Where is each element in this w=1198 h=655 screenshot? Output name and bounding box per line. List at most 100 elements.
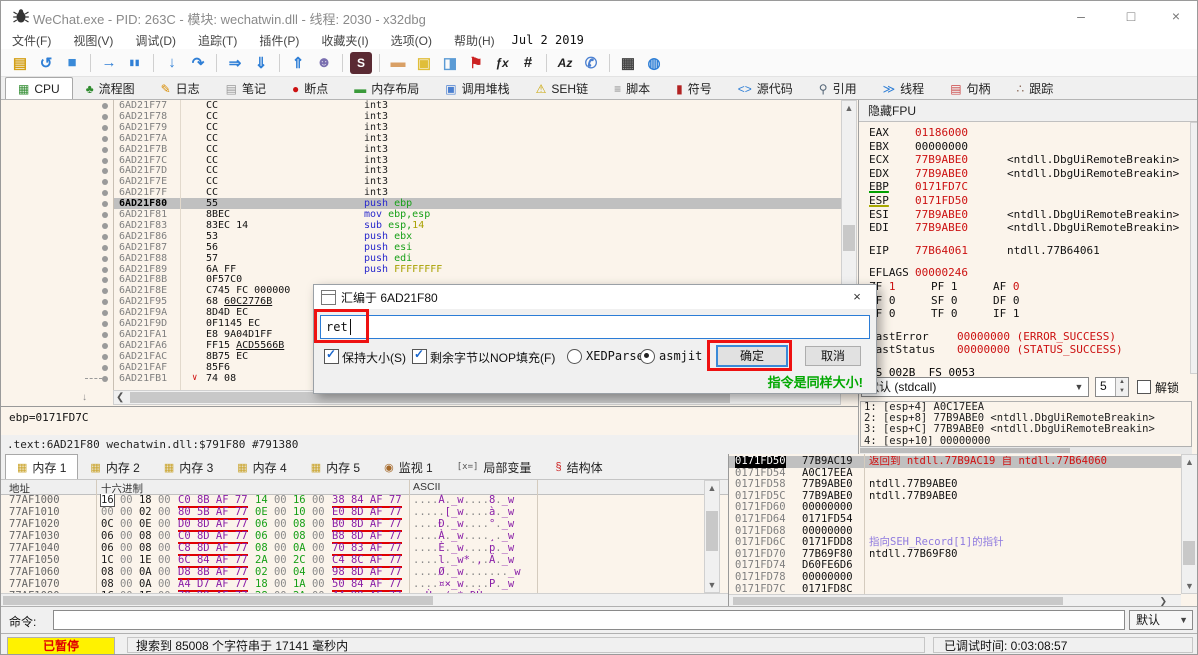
disasm-row[interactable]: 6AD21F7DCCint3 — [1, 165, 841, 176]
maximize-button[interactable]: □ — [1108, 1, 1154, 31]
stack-row[interactable]: 0171FD5077B9AC19返回到 ntdll.77B9AC19 自 ntd… — [729, 456, 1181, 468]
menu-item[interactable]: 视图(V) — [62, 32, 124, 49]
dump-horizontal-scrollbar[interactable] — [1, 593, 728, 607]
disasm-row[interactable]: 6AD21F79CCint3 — [1, 122, 841, 133]
disasm-row[interactable]: 6AD21F896A FFpush FFFFFFFF — [1, 264, 841, 275]
menu-item[interactable]: 文件(F) — [1, 32, 62, 49]
tab-句柄[interactable]: ▤句柄 — [937, 77, 1003, 99]
breakpoint-dot-icon[interactable] — [102, 288, 108, 294]
tab-跟踪[interactable]: ∴跟踪 — [1004, 77, 1067, 99]
breakpoint-dot-icon[interactable] — [102, 267, 108, 273]
register-line[interactable]: EBX00000000 — [869, 140, 1189, 154]
dump-row[interactable]: 77AF101000 00 02 0080 5B AF 770E 00 10 0… — [1, 506, 701, 518]
tab-局部变量[interactable]: [x=]局部变量 — [445, 454, 544, 479]
register-line[interactable]: LastStatus00000000 (STATUS_SUCCESS) — [869, 343, 1189, 357]
breakpoint-dot-icon[interactable] — [102, 245, 108, 251]
breakpoint-dot-icon[interactable] — [102, 354, 108, 360]
tab-内存 1[interactable]: ▦内存 1 — [5, 454, 78, 479]
register-line[interactable]: LastError00000000 (ERROR_SUCCESS) — [869, 330, 1189, 344]
attach-icon[interactable]: ☻ — [313, 52, 335, 74]
tab-SEH链[interactable]: ⚠SEH链 — [523, 77, 601, 99]
tab-源代码[interactable]: <>源代码 — [725, 77, 806, 99]
step-into-icon[interactable]: ↓ — [161, 52, 183, 74]
hide-fpu-button[interactable]: 隐藏FPU — [859, 100, 1198, 122]
breakpoint-dot-icon[interactable] — [102, 310, 108, 316]
tab-引用[interactable]: ⚲引用 — [806, 77, 870, 99]
dump-row[interactable]: 77AF106008 00 0A 00D8 8B AF 7702 00 04 0… — [1, 566, 701, 578]
dialog-title-bar[interactable]: 汇编于 6AD21F80 × — [314, 285, 876, 309]
stack-row[interactable]: 0171FD7800000000 — [729, 572, 1181, 584]
tab-调用堆栈[interactable]: ▣调用堆栈 — [432, 77, 522, 99]
unlock-checkbox[interactable] — [1137, 380, 1151, 394]
pause-icon[interactable]: ▮▮ — [124, 52, 146, 74]
register-line[interactable]: ECX77B9ABE0<ntdll.DbgUiRemoteBreakin> — [869, 153, 1189, 167]
comments-icon[interactable]: ▣ — [413, 52, 435, 74]
tab-监视 1[interactable]: ◉监视 1 — [372, 454, 445, 479]
register-line[interactable]: ESP0171FD50 — [869, 194, 1189, 208]
dump-vertical-scrollbar[interactable]: ▲ ▼ — [704, 480, 720, 593]
build-date-menu-item[interactable]: Jul 2 2019 — [506, 33, 590, 47]
asmjit-radio[interactable] — [640, 349, 655, 364]
register-line[interactable]: EDI77B9ABE0<ntdll.DbgUiRemoteBreakin> — [869, 221, 1189, 235]
calling-convention-select[interactable]: 默认 (stdcall) ▼ — [861, 377, 1089, 397]
args-horizontal-scrollbar[interactable] — [860, 447, 1192, 454]
tab-内存 2[interactable]: ▦内存 2 — [78, 454, 151, 479]
breakpoint-dot-icon[interactable] — [102, 201, 108, 207]
disasm-row[interactable]: 6AD21F7ACCint3 — [1, 133, 841, 144]
stepper-arrows-icon[interactable]: ▲▼ — [1115, 378, 1128, 396]
stack-row[interactable]: 0171FD7077B69F80ntdll.77B69F80 — [729, 549, 1181, 561]
menu-item[interactable]: 追踪(T) — [187, 32, 248, 49]
az-icon[interactable]: Az — [554, 52, 576, 74]
labels-icon[interactable]: ◨ — [439, 52, 461, 74]
phone-icon[interactable]: ✆ — [580, 52, 602, 74]
run-to-user-code-icon[interactable]: ⇑ — [287, 52, 309, 74]
close-button[interactable]: × — [1153, 1, 1198, 31]
register-line[interactable]: ZF 1PF 1AF 0 — [869, 280, 1189, 294]
menu-item[interactable]: 选项(O) — [380, 32, 443, 49]
register-line[interactable]: ESI77B9ABE0<ntdll.DbgUiRemoteBreakin> — [869, 208, 1189, 222]
menu-item[interactable]: 帮助(H) — [443, 32, 506, 49]
xedparse-radio[interactable] — [567, 349, 582, 364]
breakpoint-dot-icon[interactable] — [102, 365, 108, 371]
disasm-row[interactable]: 6AD21F7CCCint3 — [1, 155, 841, 166]
breakpoint-dot-icon[interactable] — [102, 256, 108, 262]
dump-row[interactable]: 77AF103006 00 08 00C0 8D AF 7706 00 08 0… — [1, 530, 701, 542]
keep-size-checkbox[interactable]: ✓ — [324, 349, 339, 364]
stack-row[interactable]: 0171FD74D60FE6D6 — [729, 560, 1181, 572]
register-line[interactable]: EDX77B9ABE0<ntdll.DbgUiRemoteBreakin> — [869, 167, 1189, 181]
command-input[interactable] — [53, 610, 1125, 630]
dump-row[interactable]: 77AF107008 00 0A 00A4 D7 AF 7718 00 1A 0… — [1, 578, 701, 590]
tab-CPU[interactable]: ▦CPU — [5, 77, 73, 99]
command-profile-select[interactable]: 默认 ▼ — [1129, 610, 1193, 630]
dialog-close-icon[interactable]: × — [848, 288, 866, 306]
tab-流程图[interactable]: ♣流程图 — [73, 77, 148, 99]
tab-脚本[interactable]: ≡脚本 — [601, 77, 663, 99]
functions-icon[interactable]: ƒx — [491, 52, 513, 74]
tab-内存 5[interactable]: ▦内存 5 — [299, 454, 372, 479]
dump-row[interactable]: 77AF104006 00 08 00C8 8D AF 7708 00 0A 0… — [1, 542, 701, 554]
register-line[interactable]: OF 0SF 0DF 0 — [869, 294, 1189, 308]
cancel-button[interactable]: 取消 — [805, 346, 861, 366]
disasm-row[interactable]: 6AD21F7BCCint3 — [1, 144, 841, 155]
stack-row[interactable]: 0171FD640171FD54 — [729, 514, 1181, 526]
hash-icon[interactable]: # — [517, 52, 539, 74]
register-line[interactable]: CF 0TF 0IF 1 — [869, 307, 1189, 321]
stack-vertical-scrollbar[interactable]: ▲ ▼ — [1181, 454, 1198, 594]
dump-row[interactable]: 77AF100016 00 18 00C0 8B AF 7714 00 16 0… — [1, 494, 701, 506]
scylla-icon[interactable]: S — [350, 52, 372, 74]
argument-count-stepper[interactable]: 5 ▲▼ — [1095, 377, 1129, 397]
assemble-instruction-input[interactable]: ret — [320, 315, 870, 339]
tab-内存 4[interactable]: ▦内存 4 — [225, 454, 298, 479]
breakpoint-dot-icon[interactable] — [102, 277, 108, 283]
call-argument-row[interactable]: 4: [esp+10] 00000000 — [861, 436, 1191, 447]
minimize-button[interactable]: – — [1058, 1, 1104, 31]
disasm-row[interactable]: 6AD21F8055push ebp — [1, 198, 841, 209]
dump-row[interactable]: 77AF10501C 00 1E 006C 84 AF 772A 00 2C 0… — [1, 554, 701, 566]
disasm-row[interactable]: 6AD21F8756push esi — [1, 242, 841, 253]
disasm-row[interactable]: 6AD21F8653push ebx — [1, 231, 841, 242]
run-icon[interactable]: → — [98, 52, 120, 74]
menu-item[interactable]: 调试(D) — [124, 32, 187, 49]
breakpoint-dot-icon[interactable] — [102, 223, 108, 229]
dump-row[interactable]: 77AF10200C 00 0E 00D0 8D AF 7706 00 08 0… — [1, 518, 701, 530]
tab-日志[interactable]: ✎日志 — [148, 77, 213, 99]
